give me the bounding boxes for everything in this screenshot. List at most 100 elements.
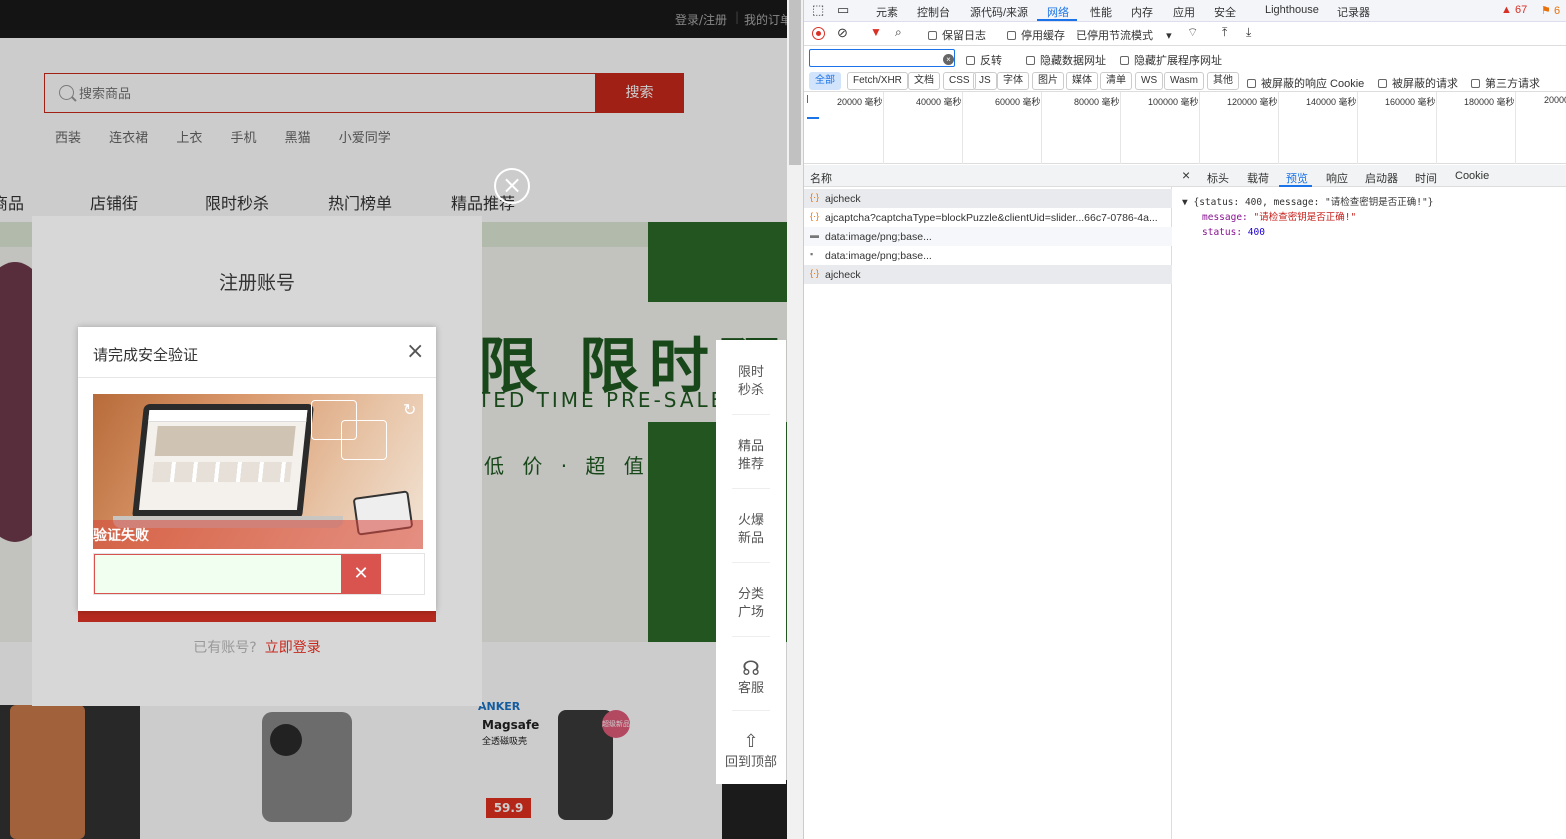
json-preview: ▼ {status: 400, message: "请检查密钥是否正确!"} m… (1182, 195, 1433, 240)
tab-security[interactable]: 安全 (1214, 4, 1236, 20)
login-prompt: 已有账号? 立即登录 (32, 637, 482, 657)
type-filter-js[interactable]: JS (973, 72, 997, 90)
invert-checkbox[interactable]: 反转 (966, 52, 1002, 68)
tab-console[interactable]: 控制台 (917, 4, 950, 20)
captcha-title: 请完成安全验证 (93, 346, 199, 364)
headset-icon: ☊ (742, 656, 760, 680)
json-root[interactable]: ▼ {status: 400, message: "请检查密钥是否正确!"} (1182, 195, 1433, 210)
tab-cookies[interactable]: Cookie (1455, 170, 1489, 182)
tab-response[interactable]: 响应 (1326, 170, 1348, 186)
tab-memory[interactable]: 内存 (1131, 4, 1153, 20)
request-name: data:image/png;base... (825, 250, 932, 262)
request-row[interactable]: {·} ajcheck (804, 189, 1172, 208)
screen-banner (154, 426, 296, 456)
sidebar-item-back-top[interactable]: ⇧ 回到顶部 (716, 730, 786, 772)
type-filter-other[interactable]: 其他 (1207, 72, 1239, 90)
page-scrollbar[interactable] (787, 0, 803, 839)
warning-icon: ▲ (1501, 4, 1512, 16)
sidebar-item-service[interactable]: ☊ 客服 (716, 656, 786, 698)
scroll-thumb[interactable] (789, 0, 801, 165)
request-row[interactable]: ▬ data:image/png;base... (804, 227, 1172, 246)
close-icon[interactable]: × (406, 341, 424, 363)
sidebar-item-featured[interactable]: 精品 推荐 (716, 438, 786, 474)
close-icon[interactable]: × (494, 168, 530, 204)
active-tab-indicator (1037, 19, 1077, 21)
type-filter-all[interactable]: 全部 (809, 72, 841, 90)
sidebar-label: 火爆 (737, 513, 764, 528)
expand-triangle-icon[interactable]: ▼ (1182, 197, 1188, 208)
network-overview-timeline[interactable]: 20000 毫秒 40000 毫秒 60000 毫秒 80000 毫秒 1000… (804, 92, 1566, 164)
clear-filter-icon[interactable]: × (943, 54, 954, 65)
type-filter-wasm[interactable]: Wasm (1164, 72, 1204, 90)
screen-row (151, 462, 292, 482)
hide-data-urls-checkbox[interactable]: 隐藏数据网址 (1026, 52, 1106, 68)
record-icon[interactable] (812, 27, 825, 40)
floating-sidebar: 限时 秒杀 精品 推荐 火爆 新品 分类 广场 ☊ 客服 ⇧ 回到顶部 (716, 340, 786, 784)
disable-cache-checkbox[interactable]: 停用缓存 (1007, 27, 1065, 43)
request-row[interactable]: ▪ data:image/png;base... (804, 246, 1172, 265)
sidebar-label: 推荐 (737, 457, 764, 472)
type-filter-css[interactable]: CSS (943, 72, 976, 90)
network-conditions-icon[interactable]: ⌔ (1187, 25, 1198, 40)
preserve-log-checkbox[interactable]: 保留日志 (928, 27, 986, 43)
sidebar-item-categories[interactable]: 分类 广场 (716, 586, 786, 622)
issue-count[interactable]: ⚑ 6 (1541, 4, 1560, 17)
timeline-tick: 100000 毫秒 (1148, 97, 1199, 107)
type-filter-font[interactable]: 字体 (997, 72, 1029, 90)
warning-count-value: 67 (1514, 4, 1528, 16)
grid-line (1041, 92, 1042, 164)
tab-recorder[interactable]: 记录器 (1337, 4, 1370, 20)
tab-performance[interactable]: 性能 (1090, 4, 1112, 20)
devtools-tabbar: ⬚ ▭ 元素 控制台 源代码/来源 网络 性能 内存 应用 安全 Lightho… (804, 0, 1566, 22)
tab-preview[interactable]: 预览 (1286, 170, 1308, 186)
tab-lighthouse[interactable]: Lighthouse (1265, 4, 1319, 16)
type-filter-img[interactable]: 图片 (1032, 72, 1064, 90)
website-viewport: 登录/注册 | 我的订单 搜索 西装 连衣裙 上衣 手机 黑猫 小爱同学 商品 … (0, 0, 787, 839)
name-column-header[interactable]: 名称 (804, 165, 1172, 187)
warning-count[interactable]: ▲ 67 (1501, 4, 1527, 16)
refresh-icon[interactable]: ↻ (403, 400, 416, 419)
request-row[interactable]: {·} ajcaptcha?captchaType=blockPuzzle&cli… (804, 208, 1172, 227)
throttle-select[interactable]: 已停用节流模式 ▾ (1076, 27, 1172, 43)
tab-network[interactable]: 网络 (1047, 4, 1069, 20)
tab-application[interactable]: 应用 (1173, 4, 1195, 20)
rocket-icon: ⇧ (743, 731, 759, 752)
tab-initiator[interactable]: 启动器 (1365, 170, 1398, 186)
type-filter-manifest[interactable]: 清单 (1100, 72, 1132, 90)
filter-input[interactable]: × (809, 49, 955, 67)
tab-timing[interactable]: 时间 (1415, 170, 1437, 186)
hide-extension-urls-checkbox[interactable]: 隐藏扩展程序网址 (1120, 52, 1222, 68)
filter-icon[interactable]: ▼ (870, 25, 882, 39)
sidebar-item-hot-new[interactable]: 火爆 新品 (716, 512, 786, 548)
type-filter-xhr[interactable]: Fetch/XHR (847, 72, 908, 90)
timeline-tick: 60000 毫秒 (995, 97, 1041, 107)
tab-sources[interactable]: 源代码/来源 (970, 4, 1028, 20)
slider-track-fill (94, 554, 342, 594)
type-filter-doc[interactable]: 文档 (908, 72, 940, 90)
divider (732, 710, 770, 711)
checkbox-label: 保留日志 (942, 30, 986, 42)
type-filter-ws[interactable]: WS (1135, 72, 1164, 90)
third-party-checkbox[interactable]: 第三方请求 (1471, 75, 1540, 91)
upload-icon[interactable]: ⤒ (1222, 25, 1227, 40)
search-icon[interactable]: ⌕ (895, 25, 902, 40)
tab-headers[interactable]: 标头 (1207, 170, 1229, 186)
blocked-cookies-checkbox[interactable]: 被屏蔽的响应 Cookie (1247, 75, 1364, 91)
sidebar-item-flash-sale[interactable]: 限时 秒杀 (716, 364, 786, 400)
close-icon[interactable]: × (1182, 167, 1190, 183)
slider-handle-close-icon[interactable]: ✕ (341, 554, 381, 594)
timeline-tick: 140000 毫秒 (1306, 97, 1357, 107)
download-icon[interactable]: ⤓ (1246, 25, 1251, 40)
tab-payload[interactable]: 载荷 (1247, 170, 1269, 186)
checkbox (966, 56, 975, 65)
inspect-icon[interactable]: ⬚ (812, 2, 824, 18)
login-now-link[interactable]: 立即登录 (265, 640, 321, 656)
timeline-tick: 20000 (1544, 95, 1566, 105)
blocked-requests-checkbox[interactable]: 被屏蔽的请求 (1378, 75, 1458, 91)
clear-icon[interactable]: ⊘ (837, 25, 848, 41)
tab-elements[interactable]: 元素 (876, 4, 898, 20)
request-row[interactable]: {·} ajcheck (804, 265, 1172, 284)
device-toggle-icon[interactable]: ▭ (837, 2, 849, 18)
type-filter-media[interactable]: 媒体 (1066, 72, 1098, 90)
register-button-partial[interactable] (78, 610, 436, 622)
